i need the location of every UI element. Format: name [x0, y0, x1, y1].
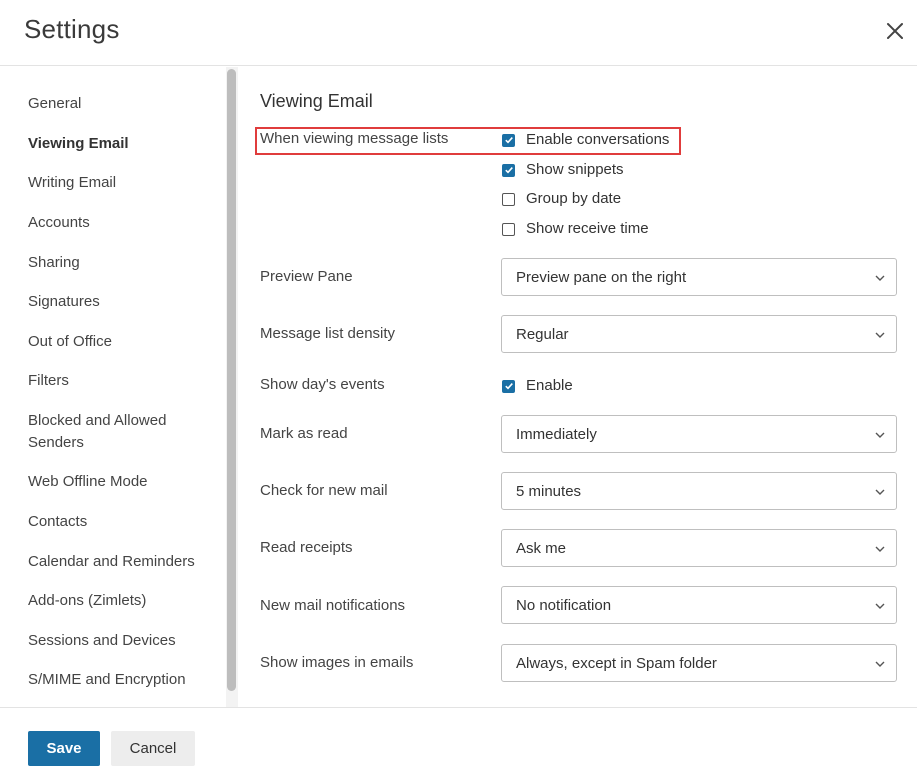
sidebar-item-general[interactable]: General — [28, 93, 213, 115]
group-by-date-label: Group by date — [526, 190, 622, 207]
sidebar-item-blocked-allowed-senders[interactable]: Blocked and Allowed Senders — [28, 410, 188, 454]
preview-pane-value: Preview pane on the right — [516, 269, 687, 286]
check-new-mail-value: 5 minutes — [516, 483, 582, 500]
show-images-value: Always, except in Spam folder — [516, 655, 717, 672]
density-select[interactable]: Regular — [501, 315, 897, 353]
cancel-button[interactable]: Cancel — [111, 731, 195, 766]
settings-content: Viewing Email When viewing message lists… — [238, 67, 917, 707]
show-images-select[interactable]: Always, except in Spam folder — [501, 644, 897, 682]
check-new-mail-select[interactable]: 5 minutes — [501, 472, 897, 510]
group-by-date-option[interactable]: Group by date — [502, 189, 621, 209]
read-receipts-label: Read receipts — [260, 539, 353, 556]
sidebar-item-sessions-devices[interactable]: Sessions and Devices — [28, 630, 213, 652]
sidebar-scrollbar-thumb[interactable] — [227, 69, 236, 691]
density-label: Message list density — [260, 325, 396, 342]
read-receipts-value: Ask me — [516, 540, 567, 557]
notifications-label: New mail notifications — [260, 597, 406, 614]
enable-conversations-checkbox[interactable] — [502, 133, 515, 147]
sidebar-item-writing-email[interactable]: Writing Email — [28, 172, 213, 194]
dialog-header: Settings — [0, 0, 917, 66]
close-icon — [887, 23, 903, 39]
notifications-value: No notification — [516, 597, 612, 614]
show-snippets-checkbox[interactable] — [502, 163, 515, 177]
group-by-date-checkbox[interactable] — [502, 192, 515, 206]
chevron-down-icon — [874, 329, 886, 341]
close-button[interactable] — [884, 20, 906, 42]
sidebar-item-add-ons[interactable]: Add-ons (Zimlets) — [28, 590, 213, 612]
check-icon — [504, 167, 513, 174]
sidebar-item-out-of-office[interactable]: Out of Office — [28, 331, 213, 353]
preview-pane-label: Preview Pane — [260, 268, 353, 285]
mark-as-read-label: Mark as read — [260, 425, 348, 442]
section-title: Viewing Email — [260, 91, 373, 111]
read-receipts-select[interactable]: Ask me — [501, 529, 897, 567]
chevron-down-icon — [874, 272, 886, 284]
show-images-label: Show images in emails — [260, 654, 414, 671]
sidebar-item-smime-encryption[interactable]: S/MIME and Encryption — [28, 669, 213, 691]
message-lists-label: When viewing message lists — [260, 130, 449, 147]
mark-as-read-select[interactable]: Immediately — [501, 415, 897, 453]
save-button[interactable]: Save — [28, 731, 100, 766]
enable-conversations-label: Enable conversations — [526, 131, 670, 148]
dialog-footer: Save Cancel — [0, 707, 917, 774]
chevron-down-icon — [874, 658, 886, 670]
show-snippets-label: Show snippets — [526, 161, 624, 178]
sidebar-item-filters[interactable]: Filters — [28, 370, 213, 392]
days-events-option[interactable]: Enable — [502, 376, 573, 396]
notifications-select[interactable]: No notification — [501, 586, 897, 624]
check-icon — [504, 383, 513, 390]
show-receive-time-checkbox[interactable] — [502, 222, 515, 236]
preview-pane-select[interactable]: Preview pane on the right — [501, 258, 897, 296]
sidebar-item-signatures[interactable]: Signatures — [28, 291, 213, 313]
sidebar-item-viewing-email[interactable]: Viewing Email — [28, 133, 213, 155]
show-receive-time-option[interactable]: Show receive time — [502, 219, 649, 239]
days-events-enable-label: Enable — [526, 377, 573, 394]
chevron-down-icon — [874, 600, 886, 612]
check-icon — [504, 137, 513, 144]
days-events-label: Show day's events — [260, 376, 385, 393]
sidebar-item-accounts[interactable]: Accounts — [28, 212, 213, 234]
settings-sidebar: General Viewing Email Writing Email Acco… — [0, 67, 226, 707]
dialog-title: Settings — [24, 14, 120, 44]
chevron-down-icon — [874, 486, 886, 498]
show-snippets-option[interactable]: Show snippets — [502, 160, 624, 180]
sidebar-item-contacts[interactable]: Contacts — [28, 511, 213, 533]
check-new-mail-label: Check for new mail — [260, 482, 388, 499]
enable-conversations-option[interactable]: Enable conversations — [502, 130, 669, 150]
chevron-down-icon — [874, 543, 886, 555]
settings-dialog: Settings General Viewing Email Writing E… — [0, 0, 917, 774]
sidebar-item-web-offline-mode[interactable]: Web Offline Mode — [28, 471, 213, 493]
sidebar-item-sharing[interactable]: Sharing — [28, 252, 213, 274]
show-receive-time-label: Show receive time — [526, 220, 649, 237]
sidebar-item-calendar-reminders[interactable]: Calendar and Reminders — [28, 551, 213, 573]
mark-as-read-value: Immediately — [516, 426, 597, 443]
density-value: Regular — [516, 326, 569, 343]
days-events-checkbox[interactable] — [502, 379, 515, 393]
chevron-down-icon — [874, 429, 886, 441]
